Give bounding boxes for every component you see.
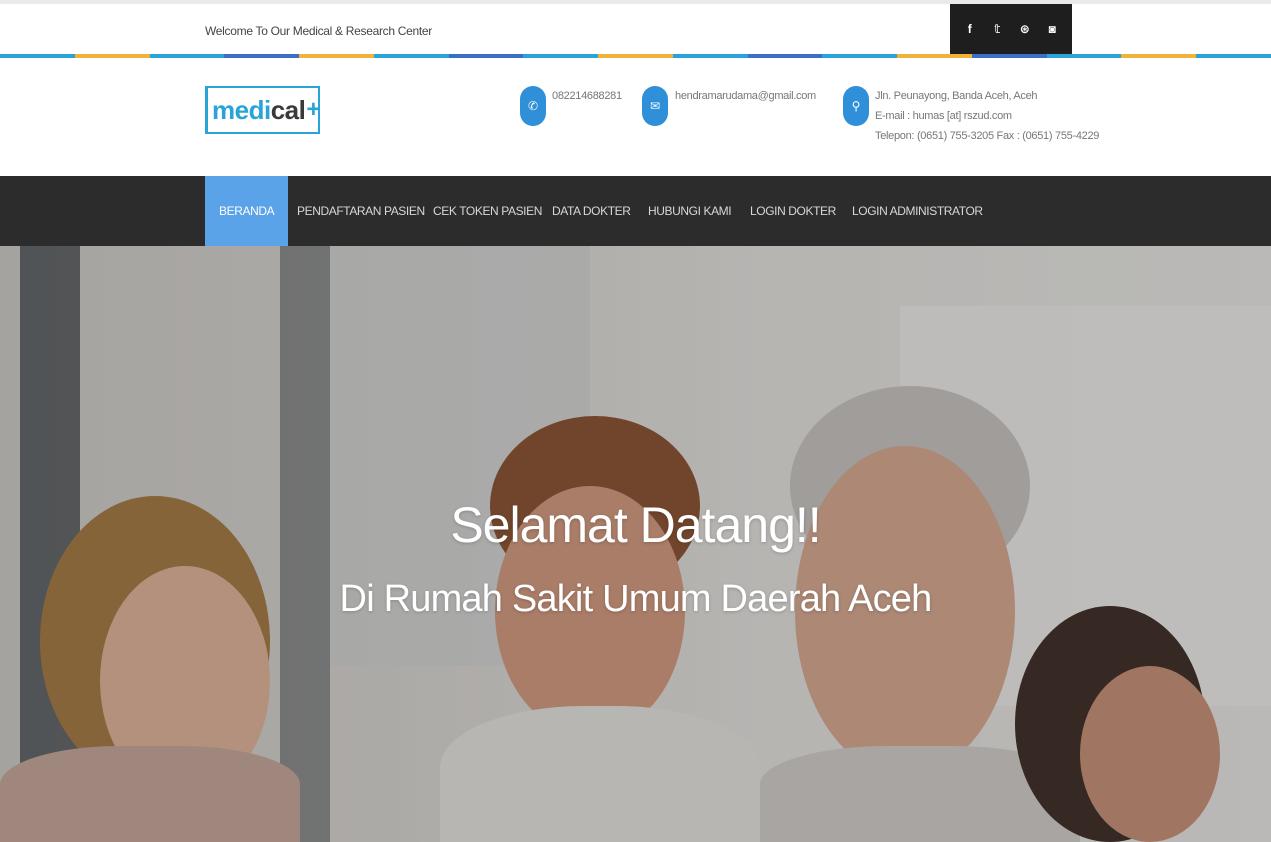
header: medi cal + ✆ 082214688281 ✉ hendramarudama… xyxy=(0,58,1271,176)
instagram-icon[interactable]: ◙ xyxy=(1042,22,1062,36)
facebook-icon[interactable]: f xyxy=(960,22,980,36)
phone-number: 082214688281 xyxy=(552,90,622,102)
twitter-icon[interactable]: 𝕥 xyxy=(987,22,1007,36)
logo-text-part2: cal xyxy=(270,94,306,125)
logo-text-part1: medi xyxy=(212,94,271,125)
nav-cek-token-pasien[interactable]: CEK TOKEN PASIEN xyxy=(433,176,542,246)
nav-login-dokter[interactable]: LOGIN DOKTER xyxy=(750,176,836,246)
hero-subtitle: Di Rumah Sakit Umum Daerah Aceh xyxy=(339,578,933,620)
top-bar: Welcome To Our Medical & Research Center… xyxy=(0,0,1271,54)
nav-hubungi-kami[interactable]: HUBUNGI KAMI xyxy=(648,176,732,246)
location-pin-icon: ⚲ xyxy=(843,86,869,126)
main-nav: BERANDA PENDAFTARAN PASIEN CEK TOKEN PAS… xyxy=(0,176,1271,246)
logo-plus-icon: + xyxy=(306,96,320,123)
welcome-text: Welcome To Our Medical & Research Center xyxy=(205,24,432,38)
address-phone-fax: Telepon: (0651) 755-3205 Fax : (0651) 75… xyxy=(875,130,1100,142)
nav-data-dokter[interactable]: DATA DOKTER xyxy=(552,176,631,246)
address-email: E-mail : humas [at] rszud.com xyxy=(875,110,1012,122)
phone-icon: ✆ xyxy=(520,86,546,126)
mail-icon: ✉ xyxy=(642,86,668,126)
nav-login-administrator[interactable]: LOGIN ADMINISTRATOR xyxy=(852,176,983,246)
hero-title: Selamat Datang!! xyxy=(450,497,821,553)
address-block: Jln. Peunayong, Banda Aceh, Aceh E-mail … xyxy=(875,86,1099,146)
hero-banner: Selamat Datang!! Di Rumah Sakit Umum Dae… xyxy=(0,246,1271,842)
address-line: Jln. Peunayong, Banda Aceh, Aceh xyxy=(875,90,1038,102)
social-links: f 𝕥 ⊛ ◙ xyxy=(950,4,1072,54)
site-logo[interactable]: medi cal + xyxy=(205,86,320,134)
nav-beranda[interactable]: BERANDA xyxy=(205,176,289,246)
dribbble-icon[interactable]: ⊛ xyxy=(1015,22,1035,36)
email-address[interactable]: hendramarudama@gmail.com xyxy=(675,86,816,106)
nav-pendaftaran-pasien[interactable]: PENDAFTARAN PASIEN xyxy=(297,176,425,246)
